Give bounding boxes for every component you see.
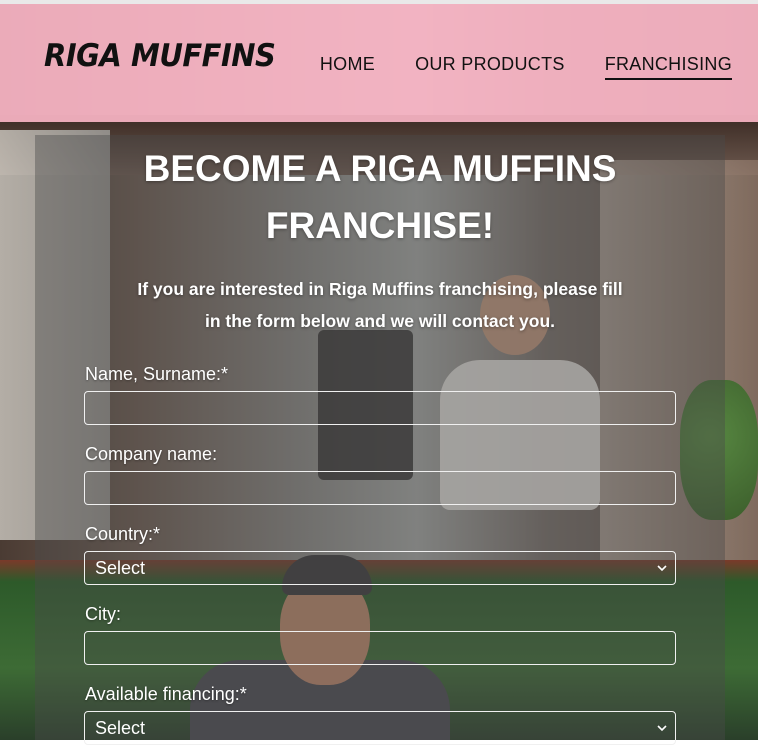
name-label: Name, Surname:* xyxy=(85,364,229,384)
nav-our-products[interactable]: OUR PRODUCTS xyxy=(415,54,565,80)
country-label: Country:* xyxy=(85,524,161,544)
company-label: Company name: xyxy=(85,444,218,464)
chevron-down-icon xyxy=(657,565,667,572)
nav-home[interactable]: HOME xyxy=(320,54,375,80)
site-header: RIGA MUFFINS HOME OUR PRODUCTS FRANCHISI… xyxy=(0,0,758,122)
name-field[interactable] xyxy=(84,391,676,425)
page-title-line2: FRANCHISE! xyxy=(265,205,495,246)
financing-label: Available financing:* xyxy=(85,684,247,704)
financing-select-value: Select xyxy=(95,717,146,738)
intro-text: If you are interested in Riga Muffins fr… xyxy=(100,273,660,337)
city-field[interactable] xyxy=(84,631,676,665)
chevron-down-icon xyxy=(657,725,667,732)
nav-franchising[interactable]: FRANCHISING xyxy=(604,54,732,80)
main-nav: HOME OUR PRODUCTS FRANCHISING xyxy=(320,54,732,80)
intro-line2: in the form below and we will contact yo… xyxy=(204,311,556,331)
company-field[interactable] xyxy=(84,471,676,505)
city-label: City: xyxy=(85,604,121,624)
country-select[interactable]: Select xyxy=(84,551,676,585)
intro-line1: If you are interested in Riga Muffins fr… xyxy=(137,279,623,299)
page-title-line1: BECOME A RIGA MUFFINS xyxy=(143,148,617,189)
page-title: BECOME A RIGA MUFFINS FRANCHISE! xyxy=(60,140,700,254)
country-select-value: Select xyxy=(95,557,146,578)
logo[interactable]: RIGA MUFFINS xyxy=(44,37,276,74)
